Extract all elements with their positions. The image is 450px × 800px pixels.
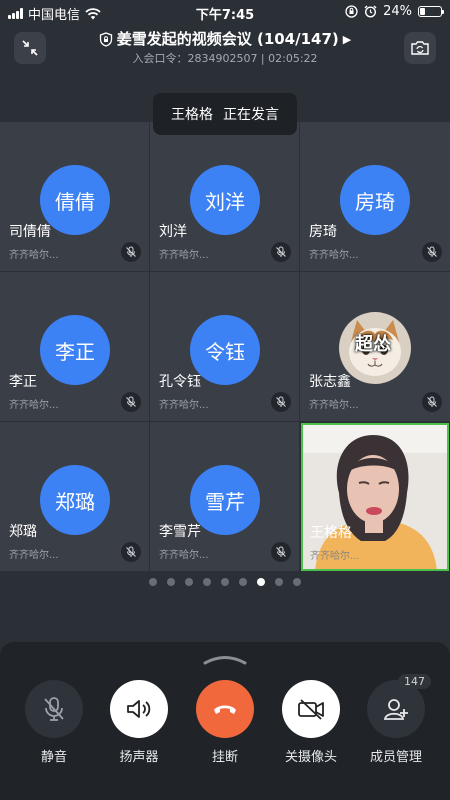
participant-tile[interactable]: 令钰 孔令钰 齐齐哈尔... [150, 272, 299, 421]
alarm-icon [364, 5, 377, 18]
participant-tile[interactable]: 李正 李正 齐齐哈尔... [0, 272, 149, 421]
page-dot[interactable] [239, 578, 247, 586]
meeting-title-text: 姜雪发起的视频会议 (104/147) [116, 30, 339, 48]
speaker-icon [127, 700, 151, 718]
participant-tile[interactable]: 房琦 房琦 齐齐哈尔... [300, 122, 450, 271]
camera-off-button[interactable]: 关摄像头 [280, 680, 342, 765]
page-dot[interactable] [149, 578, 157, 586]
mute-label: 静音 [40, 750, 67, 765]
mic-muted-icon [271, 542, 291, 562]
page-dot[interactable] [221, 578, 229, 586]
switch-camera-button[interactable] [404, 32, 436, 64]
participant-org: 齐齐哈尔... [159, 250, 209, 261]
members-label: 成员管理 [369, 750, 422, 765]
camera-off-label: 关摄像头 [284, 750, 337, 765]
participant-tile[interactable]: 雪芹 李雪芹 齐齐哈尔... [150, 422, 299, 571]
control-panel: 静音 扬声器 挂断 关摄像头 147 成员管理 [0, 642, 450, 800]
speaker-label: 扬声器 [119, 750, 159, 765]
mic-off-icon [44, 697, 64, 721]
participant-org: 齐齐哈尔... [309, 400, 359, 411]
members-count-badge: 147 [398, 674, 431, 689]
speaker-name: 王格格 [171, 107, 213, 123]
switch-camera-icon [411, 41, 429, 55]
avatar: 李正 [40, 315, 110, 385]
speaker-button[interactable]: 扬声器 [108, 680, 170, 765]
battery-icon [418, 6, 444, 17]
avatar: 郑璐 [40, 465, 110, 535]
phone-hangup-icon [214, 705, 236, 714]
participant-name: 孔令钰 [159, 374, 201, 390]
expand-handle-icon[interactable] [200, 652, 250, 666]
mic-muted-icon [422, 242, 442, 262]
participant-org: 齐齐哈尔... [9, 550, 59, 561]
participant-tile[interactable]: 郑璐 郑璐 齐齐哈尔... [0, 422, 149, 571]
mic-muted-icon [422, 392, 442, 412]
participant-grid: 倩倩 司倩倩 齐齐哈尔... 刘洋 刘洋 齐齐哈尔... 房琦 房琦 齐齐哈尔.… [0, 122, 450, 572]
mic-muted-icon [121, 392, 141, 412]
participant-org: 齐齐哈尔... [9, 400, 59, 411]
status-bar: 中国电信 下午7:45 24% [0, 0, 450, 23]
page-indicator[interactable] [0, 578, 450, 586]
page-dot[interactable] [275, 578, 283, 586]
mic-muted-icon [121, 542, 141, 562]
meeting-title[interactable]: 姜雪发起的视频会议 (104/147) ▶ [0, 28, 450, 49]
avatar: 房琦 [340, 165, 410, 235]
participant-video-tile[interactable]: 王格格 齐齐哈尔... [301, 423, 449, 571]
participant-org: 齐齐哈尔... [9, 250, 59, 261]
participant-name: 李正 [9, 374, 37, 390]
shield-lock-icon [99, 32, 112, 47]
hangup-label: 挂断 [211, 750, 238, 765]
orientation-lock-icon [345, 5, 358, 18]
members-button[interactable]: 147 成员管理 [365, 674, 431, 765]
meeting-info: 入会口令：2834902507 | 02:05:22 [132, 52, 318, 65]
participant-name: 房琦 [309, 224, 337, 240]
participant-org: 齐齐哈尔... [159, 400, 209, 411]
mute-button[interactable]: 静音 [23, 680, 85, 765]
page-dot[interactable] [293, 578, 301, 586]
participant-name: 郑璐 [9, 524, 37, 540]
participant-name: 张志鑫 [309, 374, 351, 390]
hangup-button[interactable]: 挂断 [194, 680, 256, 765]
participant-org: 齐齐哈尔... [159, 550, 209, 561]
mic-muted-icon [271, 392, 291, 412]
participant-name: 王格格 [310, 525, 352, 541]
page-dot[interactable] [185, 578, 193, 586]
mic-muted-icon [271, 242, 291, 262]
participant-org: 齐齐哈尔... [310, 551, 360, 562]
speaker-status: 正在发言 [223, 107, 279, 123]
add-member-icon [383, 699, 408, 720]
page-dot[interactable] [203, 578, 211, 586]
participant-org: 齐齐哈尔... [309, 250, 359, 261]
participant-name: 刘洋 [159, 224, 187, 240]
active-speaker-banner: 王格格 正在发言 [153, 93, 297, 135]
participant-name: 司倩倩 [9, 224, 51, 240]
page-dot[interactable] [167, 578, 175, 586]
avatar: 刘洋 [190, 165, 260, 235]
page-dot-active[interactable] [257, 578, 265, 586]
mic-muted-icon [121, 242, 141, 262]
camera-off-icon [298, 699, 324, 720]
battery-percent: 24% [383, 4, 412, 19]
participant-name: 李雪芹 [159, 524, 201, 540]
avatar-label: 超怂 [355, 334, 391, 355]
participant-tile[interactable]: 刘洋 刘洋 齐齐哈尔... [150, 122, 299, 271]
participant-tile[interactable]: 超怂 张志鑫 齐齐哈尔... [300, 272, 450, 421]
play-arrow-icon: ▶ [342, 33, 352, 46]
participant-tile[interactable]: 倩倩 司倩倩 齐齐哈尔... [0, 122, 149, 271]
